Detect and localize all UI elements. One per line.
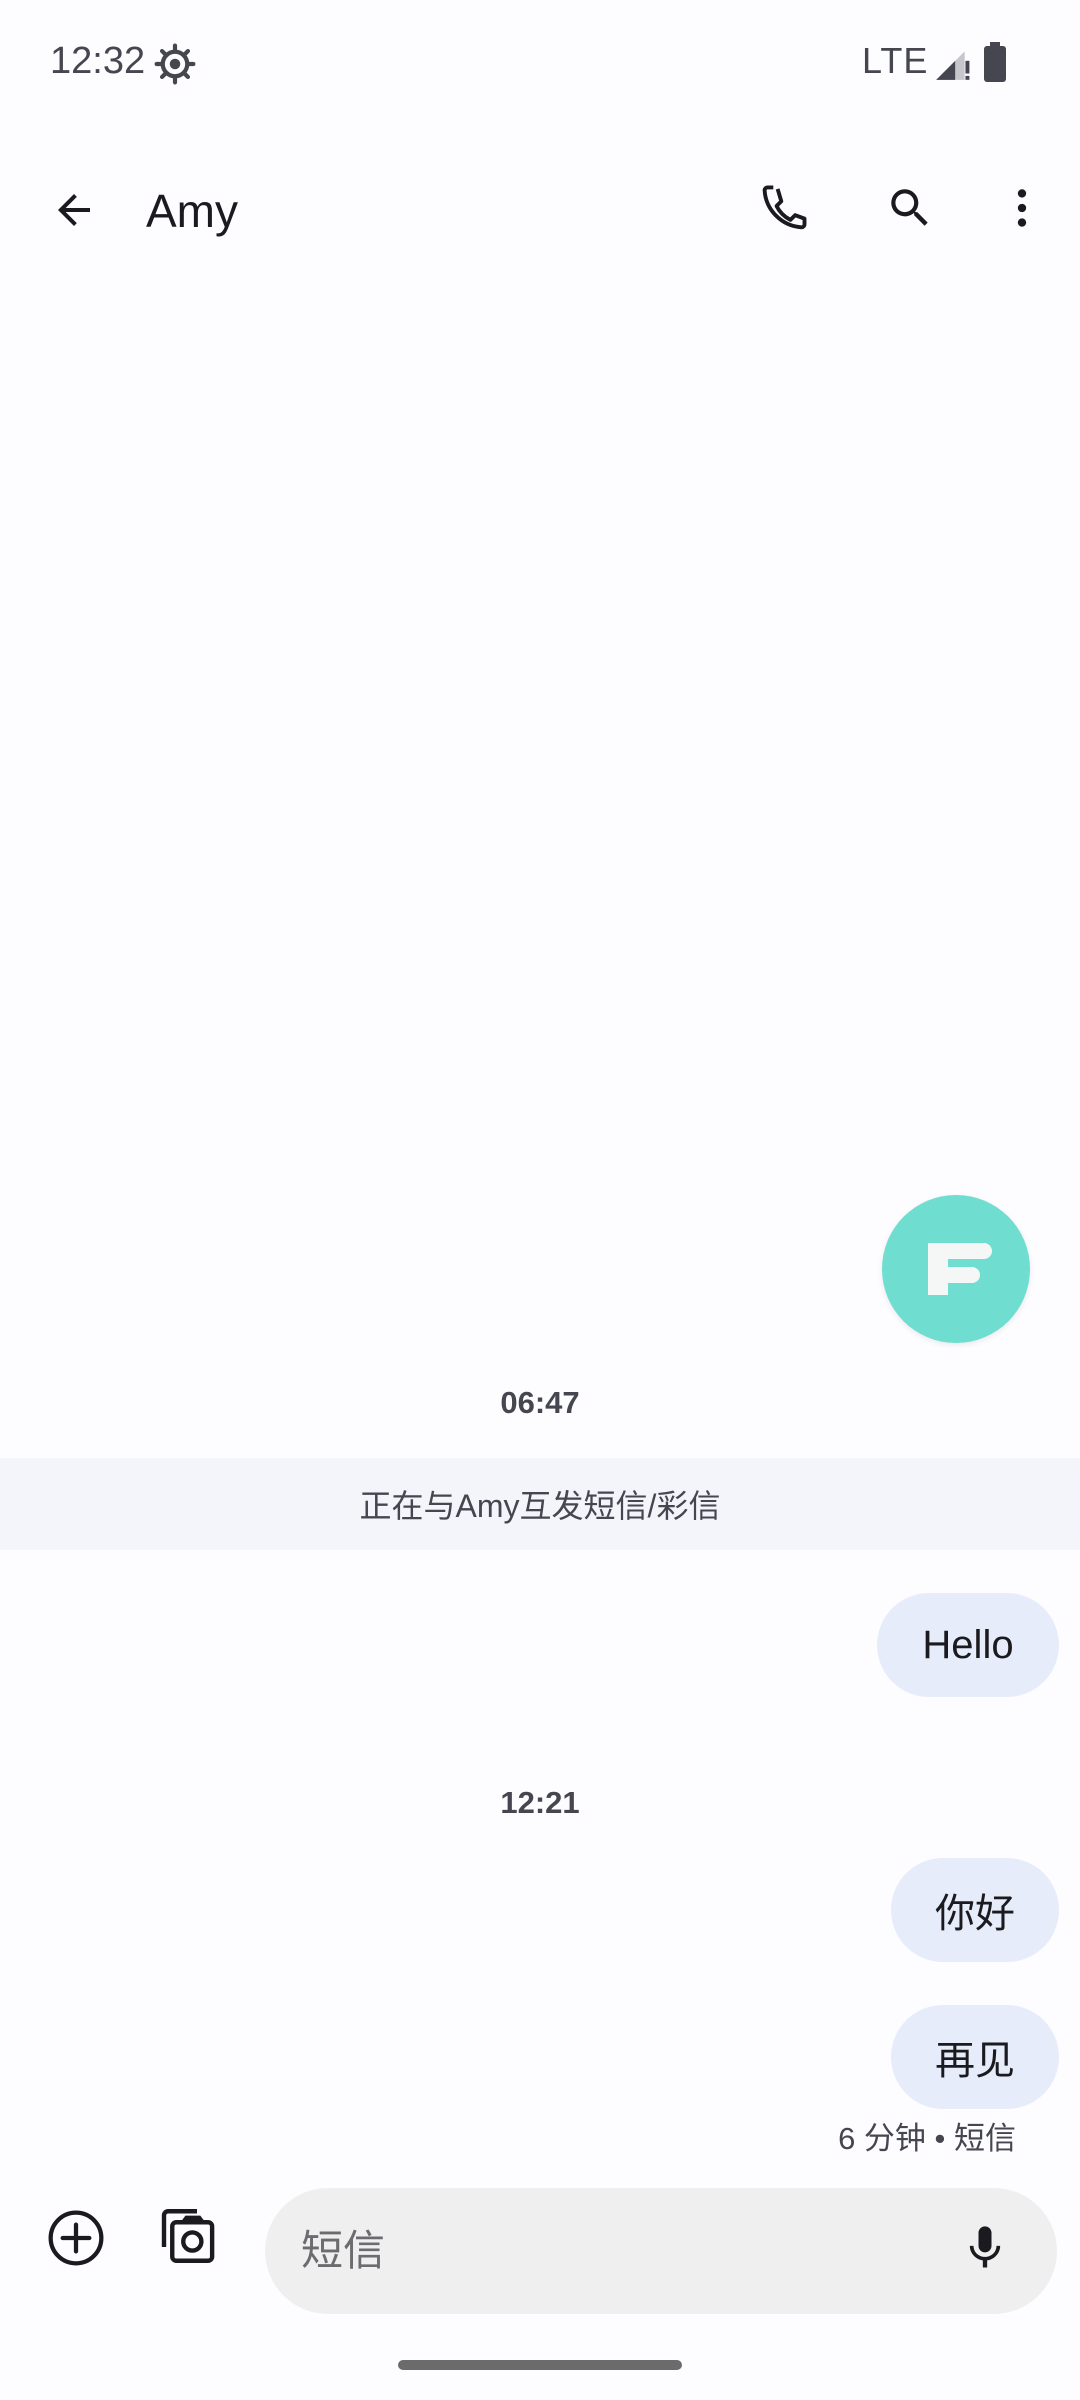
gallery-camera-icon xyxy=(153,2203,219,2274)
message-bubble[interactable]: Hello xyxy=(877,1593,1059,1697)
voice-input-button[interactable] xyxy=(945,2210,1025,2290)
more-vert-icon xyxy=(997,183,1047,238)
message-text: 再见 xyxy=(935,2039,1015,2083)
settings-icon xyxy=(154,43,196,85)
message-text: 你好 xyxy=(935,1892,1015,1936)
network-type: LTE xyxy=(862,40,929,81)
search-button[interactable] xyxy=(870,170,950,250)
message-bubble[interactable]: 你好 xyxy=(891,1858,1059,1962)
app-bar: Amy xyxy=(0,150,1080,270)
message-compose-field xyxy=(265,2188,1057,2314)
conversation-info-banner: 正在与Amy互发短信/彩信 xyxy=(0,1458,1080,1550)
message-timestamp: 06:47 xyxy=(500,1385,580,1420)
message-bubble[interactable]: 再见 xyxy=(891,2005,1059,2109)
signal-icon xyxy=(933,45,971,83)
floating-assistant-button[interactable] xyxy=(882,1195,1030,1343)
message-timestamp: 12:21 xyxy=(500,1785,580,1820)
gallery-camera-button[interactable] xyxy=(146,2198,226,2278)
call-button[interactable] xyxy=(745,170,825,250)
battery-icon xyxy=(983,42,1007,82)
message-status: 6 分钟 • 短信 xyxy=(838,2121,1016,2156)
gesture-navigation-handle[interactable] xyxy=(398,2360,682,2370)
phone-icon xyxy=(759,182,811,239)
status-bar: 12:32 LTE xyxy=(0,0,1080,130)
add-circle-icon xyxy=(44,2206,108,2275)
back-arrow-icon xyxy=(50,186,98,239)
status-time: 12:32 xyxy=(50,40,146,82)
add-attachment-button[interactable] xyxy=(36,2200,116,2280)
search-icon xyxy=(885,183,935,238)
app-logo-icon xyxy=(916,1227,996,1312)
message-text: Hello xyxy=(922,1622,1014,1667)
compose-bar xyxy=(0,2180,1080,2320)
message-input[interactable] xyxy=(301,2188,941,2314)
back-button[interactable] xyxy=(34,172,114,252)
mic-icon xyxy=(959,2222,1011,2279)
more-options-button[interactable] xyxy=(982,170,1062,250)
contact-name: Amy xyxy=(146,185,238,237)
